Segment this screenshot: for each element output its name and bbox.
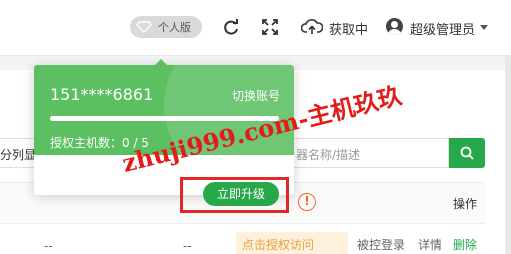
user-name[interactable]: 超级管理员 — [410, 19, 475, 38]
user-avatar-icon[interactable] — [386, 18, 403, 35]
delete-link[interactable]: 删除 — [453, 236, 477, 253]
authorize-access-tag[interactable]: 点击授权访问 — [236, 232, 348, 254]
version-label: 个人版 — [158, 21, 191, 34]
upgrade-now-button[interactable]: 立即升级 — [203, 182, 279, 206]
fetch-status: 获取中 — [329, 23, 369, 38]
diamond-icon — [136, 21, 152, 33]
search-button[interactable] — [449, 138, 485, 168]
search-input[interactable]: 器名称/描述 — [283, 138, 449, 168]
version-badge[interactable]: 个人版 — [130, 16, 202, 38]
table-cell: -- — [183, 239, 192, 253]
top-header: 个人版 获取中 超级管理员 — [0, 0, 511, 56]
cloud-upload-icon[interactable] — [301, 18, 323, 36]
refresh-icon[interactable] — [222, 18, 240, 36]
account-phone: 151****6861 — [50, 85, 154, 104]
search-icon — [460, 146, 474, 160]
operation-column-header: 操作 — [453, 197, 478, 211]
remote-login-link[interactable]: 被控登录 — [357, 236, 405, 253]
fullscreen-icon[interactable] — [261, 18, 279, 36]
warning-icon[interactable]: ! — [298, 193, 316, 211]
details-link[interactable]: 详情 — [418, 236, 442, 253]
switch-account-link[interactable]: 切换账号 — [232, 87, 280, 104]
table-cell: -- — [44, 239, 53, 253]
caret-down-icon[interactable] — [480, 25, 488, 30]
scroll-strip — [505, 56, 511, 254]
